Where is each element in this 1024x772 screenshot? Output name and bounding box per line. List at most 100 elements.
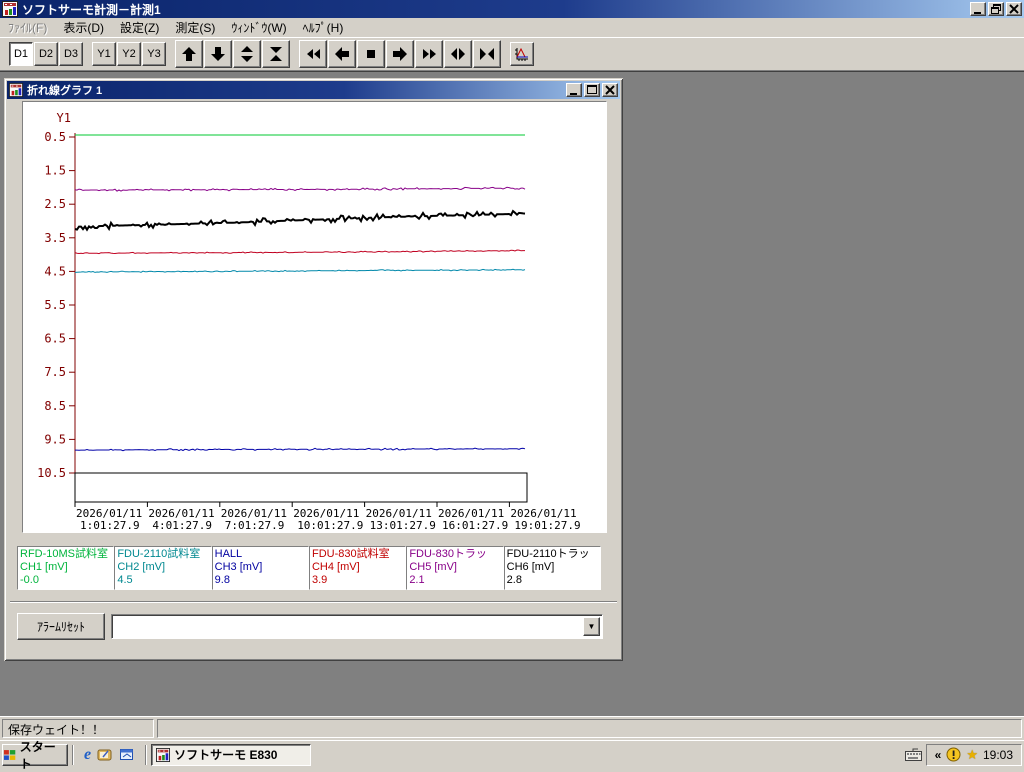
x-tick-time: 1:01:27.9	[80, 519, 140, 532]
graph-minimize-button[interactable]	[566, 83, 582, 97]
chart-panel: Y1 0.5 1.5 2.5 3.5 4.5 5.5 6.5 7.5 8.5 9.5 10.5 2026…	[22, 101, 607, 533]
x-tick-time: 19:01:27.9	[514, 519, 580, 532]
task-label: ソフトサーモ E830	[174, 748, 278, 762]
step-right-button[interactable]	[386, 40, 414, 68]
show-desktop-icon[interactable]	[97, 748, 113, 762]
star-icon[interactable]: ★	[966, 747, 978, 763]
graph-close-button[interactable]	[602, 83, 618, 97]
restore-button[interactable]	[988, 2, 1004, 16]
graph-icon	[515, 47, 528, 61]
channel-name: FDU-2110試料室	[117, 548, 201, 560]
alarm-reset-button[interactable]: ｱﾗｰﾑﾘｾｯﾄ	[17, 613, 105, 640]
menu-item-measure[interactable]: 測定(S)	[167, 17, 223, 38]
minimize-button[interactable]	[970, 2, 986, 16]
graph-window: 折れ線グラフ 1 Y1 0.5 1.5 2.5 3.5 4.5 5.5 6.5 7.5 8.5 9.…	[4, 78, 623, 661]
channel-name: FDU-830トラッ	[409, 548, 487, 560]
window-title: ソフトサーモ計測－計測1	[22, 2, 161, 17]
channel-name: RFD-10MS試料室	[20, 548, 109, 560]
y1-button[interactable]: Y1	[92, 42, 116, 66]
minimize-icon	[974, 12, 981, 14]
menu-item-view[interactable]: 表示(D)	[55, 17, 112, 38]
arrow-left-icon	[335, 47, 349, 61]
toolbar-separator	[84, 42, 92, 66]
stop-button[interactable]	[357, 40, 385, 68]
alarm-reset-label: ｱﾗｰﾑﾘｾｯﾄ	[36, 620, 85, 634]
channel-ch: CH1 [mV]	[20, 561, 68, 573]
menu-item-file[interactable]: ﾌｧｲﾙ(F)	[0, 17, 55, 38]
stop-icon	[367, 50, 375, 58]
step-left-button[interactable]	[328, 40, 356, 68]
y2-button[interactable]: Y2	[117, 42, 141, 66]
channel-ch: CH2 [mV]	[117, 561, 166, 573]
d1-label: D1	[13, 48, 29, 60]
compress-horizontal-button[interactable]	[473, 40, 501, 68]
expand-horizontal-button[interactable]	[444, 40, 472, 68]
channel-value: 9.8	[214, 574, 230, 586]
line-chart: Y10.51.52.53.54.55.56.57.58.59.510.52026…	[37, 111, 581, 532]
y-tick-label: 7.5	[44, 365, 66, 379]
ie-icon[interactable]: e	[84, 746, 91, 764]
menu-item-settings[interactable]: 設定(Z)	[112, 17, 167, 38]
x-tick-time: 10:01:27.9	[297, 519, 363, 532]
arrow-right-icon	[393, 47, 407, 61]
graph-display-button[interactable]	[510, 42, 534, 66]
status-empty-panel	[157, 719, 1022, 738]
y2-label: Y2	[122, 48, 136, 60]
y-tick-label: 0.5	[44, 130, 66, 144]
graph-window-titlebar: 折れ線グラフ 1	[7, 81, 620, 99]
chevron-down-icon: ▼	[587, 622, 596, 631]
d2-button[interactable]: D2	[34, 42, 58, 66]
compress-horizontal-icon	[480, 48, 494, 60]
channel-name: FDU-2110トラッ	[506, 548, 590, 560]
windows-logo-icon	[3, 749, 16, 760]
channel-cell-ch2: FDU-2110試料室 CH2 [mV] 4.5	[114, 546, 212, 590]
toolbar-separator	[291, 42, 299, 66]
outlook-icon[interactable]	[119, 748, 135, 762]
move-down-button[interactable]	[204, 40, 232, 68]
d3-button[interactable]: D3	[59, 42, 83, 66]
move-up-button[interactable]	[175, 40, 203, 68]
graph-window-icon	[9, 83, 23, 97]
y-tick-label: 5.5	[44, 298, 66, 312]
task-button[interactable]: ソフトサーモ E830	[151, 743, 312, 766]
channel-name: FDU-830試料室	[311, 548, 390, 560]
y3-button[interactable]: Y3	[142, 42, 166, 66]
mdi-area: 折れ線グラフ 1 Y1 0.5 1.5 2.5 3.5 4.5 5.5 6.5 7.5 8.5 9.…	[0, 71, 1024, 716]
keyboard-icon[interactable]	[904, 748, 922, 761]
fast-forward-button[interactable]	[415, 40, 443, 68]
alarm-combobox[interactable]: ▼	[111, 614, 603, 639]
expand-vertical-button[interactable]	[233, 40, 261, 68]
divider	[10, 601, 617, 603]
start-button[interactable]: スタート	[2, 740, 68, 771]
d1-button[interactable]: D1	[9, 42, 33, 66]
graph-maximize-button[interactable]	[584, 83, 600, 97]
close-button[interactable]	[1006, 2, 1022, 16]
arrow-up-icon	[182, 47, 196, 61]
app-icon	[2, 1, 18, 17]
compress-vertical-button[interactable]	[262, 40, 290, 68]
compress-vertical-icon	[270, 47, 282, 61]
y-tick-label: 2.5	[44, 197, 66, 211]
rewind-button[interactable]	[299, 40, 327, 68]
security-alert-icon[interactable]	[946, 747, 961, 762]
expand-vertical-icon	[241, 46, 253, 62]
menu-item-window[interactable]: ｳｨﾝﾄﾞｳ(W)	[223, 17, 294, 38]
channel-cell-ch5: FDU-830トラッ CH5 [mV] 2.1	[406, 546, 504, 590]
menu-item-help[interactable]: ﾍﾙﾌﾟ(H)	[295, 17, 352, 38]
y-tick-label: 9.5	[44, 432, 66, 446]
series-ch2	[74, 268, 526, 273]
toolbar-separator	[502, 42, 510, 66]
expand-horizontal-icon	[451, 48, 465, 60]
x-tick-time: 16:01:27.9	[442, 519, 508, 532]
channel-cell-ch4: FDU-830試料室 CH4 [mV] 3.9	[308, 546, 407, 590]
restore-icon	[991, 4, 1001, 14]
tray-expand-chevron[interactable]: «	[935, 748, 942, 762]
close-icon	[605, 85, 615, 95]
channel-ch: CH6 [mV]	[506, 561, 555, 573]
toolbar: D1 D2 D3 Y1 Y2 Y3	[0, 37, 1024, 71]
status-bar: 保存ウェイト！！	[0, 716, 1024, 740]
minimize-icon	[570, 93, 577, 95]
clock: 19:03	[982, 747, 1013, 762]
x-tick-time: 4:01:27.9	[152, 519, 212, 532]
combo-dropdown-button[interactable]: ▼	[583, 617, 600, 636]
